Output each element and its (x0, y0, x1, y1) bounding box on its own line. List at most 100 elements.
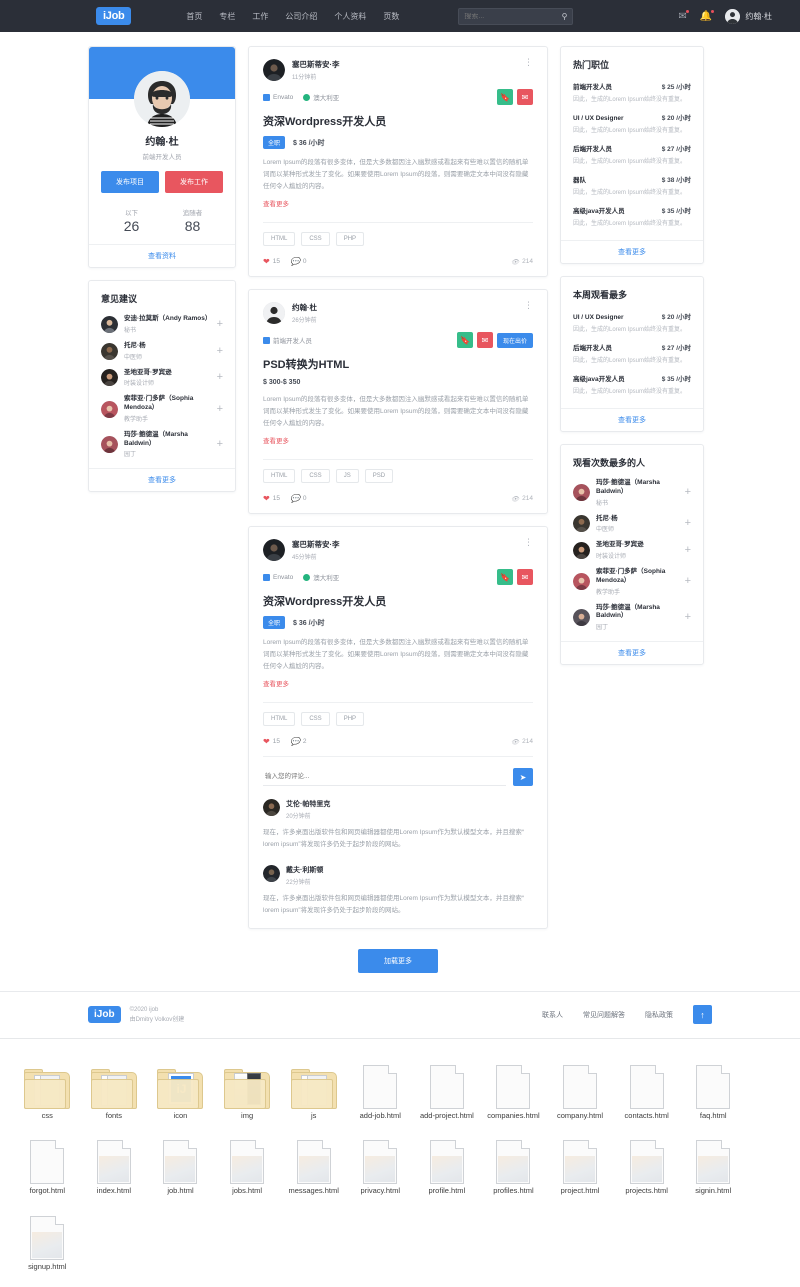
file-item[interactable]: companies.html (480, 1051, 547, 1120)
file-item[interactable]: company.html (547, 1051, 614, 1120)
list-item[interactable]: 前端开发人员 $ 25 /小时 因此，生成的Lorem Ipsum始终没有重复。 (573, 77, 691, 108)
list-item[interactable]: 托尼·杨 中医师 + (101, 338, 223, 365)
footer-link-faq[interactable]: 常见问题解答 (583, 1010, 625, 1020)
file-item[interactable]: forgot.html (14, 1126, 81, 1195)
tag[interactable]: PHP (335, 232, 365, 247)
suggestions-more-link[interactable]: 查看更多 (89, 468, 235, 491)
bookmark-button[interactable]: 🔖 (497, 569, 513, 586)
file-item[interactable]: contacts.html (613, 1051, 680, 1120)
list-item[interactable]: 器队 $ 38 /小时 因此，生成的Lorem Ipsum始终没有重复。 (573, 170, 691, 201)
file-item[interactable]: img (214, 1051, 281, 1120)
file-item[interactable]: messages.html (280, 1126, 347, 1195)
list-item[interactable]: 圣地亚哥·罗宾逊 时装设计师 + (573, 537, 691, 564)
list-item[interactable]: 安迪·拉莫斯（Andy Ramos） 秘书 + (101, 311, 223, 338)
read-more-link[interactable]: 查看更多 (263, 678, 289, 688)
list-item[interactable]: 高级java开发人员 $ 35 /小时 因此，生成的Lorem Ipsum始终没有… (573, 369, 691, 400)
comment-count[interactable]: 💬 0 (290, 257, 307, 266)
nav-item-companies[interactable]: 公司介绍 (285, 11, 317, 22)
file-item[interactable]: faq.html (680, 1051, 747, 1120)
list-item[interactable]: 后端开发人员 $ 27 /小时 因此，生成的Lorem Ipsum始终没有重复。 (573, 139, 691, 170)
add-person-icon[interactable]: + (685, 576, 691, 587)
file-item[interactable]: profile.html (414, 1126, 481, 1195)
read-more-link[interactable]: 查看更多 (263, 435, 289, 445)
tag[interactable]: PSD (364, 469, 394, 484)
list-item[interactable]: UI / UX Designer $ 20 /小时 因此，生成的Lorem Ips… (573, 108, 691, 139)
footer-logo[interactable]: iJob (88, 1006, 121, 1024)
post-menu-icon[interactable]: ⋮ (524, 57, 533, 66)
bookmark-button[interactable]: 🔖 (497, 89, 513, 105)
file-item[interactable]: profiles.html (480, 1126, 547, 1195)
file-item[interactable]: privacy.html (347, 1126, 414, 1195)
post-job-button[interactable]: 发布工作 (165, 171, 223, 193)
search-box[interactable]: ⚲ (458, 7, 574, 25)
nav-item-profile[interactable]: 个人资料 (334, 11, 366, 22)
scroll-to-top-button[interactable]: ↑ (693, 1005, 712, 1025)
file-item[interactable]: add-project.html (414, 1051, 481, 1120)
file-item[interactable]: css (14, 1051, 81, 1120)
file-item[interactable]: js (280, 1051, 347, 1120)
add-person-icon[interactable]: + (217, 345, 223, 357)
comment-count[interactable]: 💬 2 (290, 737, 307, 746)
file-item[interactable]: signin.html (680, 1126, 747, 1195)
file-item[interactable]: project.html (547, 1126, 614, 1195)
add-person-icon[interactable]: + (217, 318, 223, 330)
list-item[interactable]: 玛莎·鲍德温（Marsha Baldwin） 园丁 + (101, 427, 223, 463)
file-item[interactable]: job.html (147, 1126, 214, 1195)
list-item[interactable]: 玛莎·鲍德温（Marsha Baldwin） 园丁 + (573, 600, 691, 636)
tag[interactable]: JS (335, 469, 359, 484)
add-person-icon[interactable]: + (685, 518, 691, 529)
like-count[interactable]: ❤ 15 (263, 494, 280, 503)
tag[interactable]: HTML (263, 469, 296, 484)
search-input[interactable] (464, 12, 568, 20)
brand-logo[interactable]: iJob (96, 7, 132, 25)
list-item[interactable]: 后端开发人员 $ 27 /小时 因此，生成的Lorem Ipsum始终没有重复。 (573, 338, 691, 369)
tag[interactable]: CSS (301, 469, 330, 484)
bid-now-button[interactable]: 现在出价 (496, 332, 533, 348)
list-item[interactable]: 高级java开发人员 $ 35 /小时 因此，生成的Lorem Ipsum始终没有… (573, 201, 691, 232)
tag[interactable]: PHP (335, 712, 365, 727)
list-item[interactable]: UI / UX Designer $ 20 /小时 因此，生成的Lorem Ips… (573, 307, 691, 338)
message-button[interactable]: ✉ (517, 569, 533, 586)
message-button[interactable]: ✉ (517, 89, 533, 105)
add-person-icon[interactable]: + (685, 545, 691, 556)
search-icon[interactable]: ⚲ (562, 12, 568, 21)
file-item[interactable]: projects.html (613, 1126, 680, 1195)
most-viewed-people-more-link[interactable]: 查看更多 (561, 641, 703, 664)
most-viewed-more-link[interactable]: 查看更多 (561, 408, 703, 431)
load-more-button[interactable]: 加载更多 (358, 948, 438, 973)
post-menu-icon[interactable]: ⋮ (524, 300, 533, 309)
list-item[interactable]: 索菲亚·门多萨（Sophia Mendoza） 教学助手 + (573, 564, 691, 600)
add-person-icon[interactable]: + (217, 439, 223, 450)
send-comment-button[interactable]: ➤ (513, 768, 533, 787)
list-item[interactable]: 索菲亚·门多萨（Sophia Mendoza） 教学助手 + (101, 391, 223, 427)
message-button[interactable]: ✉ (476, 332, 493, 349)
list-item[interactable]: 玛莎·鲍德温（Marsha Baldwin） 秘书 + (573, 475, 691, 511)
list-item[interactable]: 托尼·杨 中医师 + (573, 511, 691, 538)
nav-item-pages[interactable]: 页数 (383, 11, 399, 22)
footer-link-contacts[interactable]: 联系人 (542, 1010, 563, 1020)
tag[interactable]: HTML (263, 712, 296, 727)
tag[interactable]: CSS (301, 712, 330, 727)
user-menu[interactable]: 约翰·杜 (725, 8, 772, 24)
comment-count[interactable]: 💬 0 (290, 494, 307, 503)
post-menu-icon[interactable]: ⋮ (524, 537, 533, 546)
hot-jobs-more-link[interactable]: 查看更多 (561, 240, 703, 263)
file-item[interactable]: iJicon (147, 1051, 214, 1120)
like-count[interactable]: ❤ 15 (263, 257, 280, 266)
add-person-icon[interactable]: + (217, 372, 223, 383)
like-count[interactable]: ❤ 15 (263, 737, 280, 746)
footer-link-privacy[interactable]: 隐私政策 (645, 1010, 673, 1020)
comment-input[interactable] (263, 768, 506, 787)
notifications-icon[interactable]: 🔔 (700, 9, 715, 22)
file-item[interactable]: add-job.html (347, 1051, 414, 1120)
add-person-icon[interactable]: + (685, 611, 691, 623)
nav-item-columns[interactable]: 专栏 (219, 11, 235, 22)
bookmark-button[interactable]: 🔖 (456, 332, 473, 349)
nav-item-jobs[interactable]: 工作 (252, 11, 268, 22)
nav-item-home[interactable]: 首页 (186, 11, 202, 22)
file-item[interactable]: index.html (81, 1126, 148, 1195)
read-more-link[interactable]: 查看更多 (263, 198, 289, 208)
post-project-button[interactable]: 发布项目 (101, 171, 159, 193)
list-item[interactable]: 圣地亚哥·罗宾逊 时装设计师 + (101, 365, 223, 392)
add-person-icon[interactable]: + (217, 403, 223, 415)
